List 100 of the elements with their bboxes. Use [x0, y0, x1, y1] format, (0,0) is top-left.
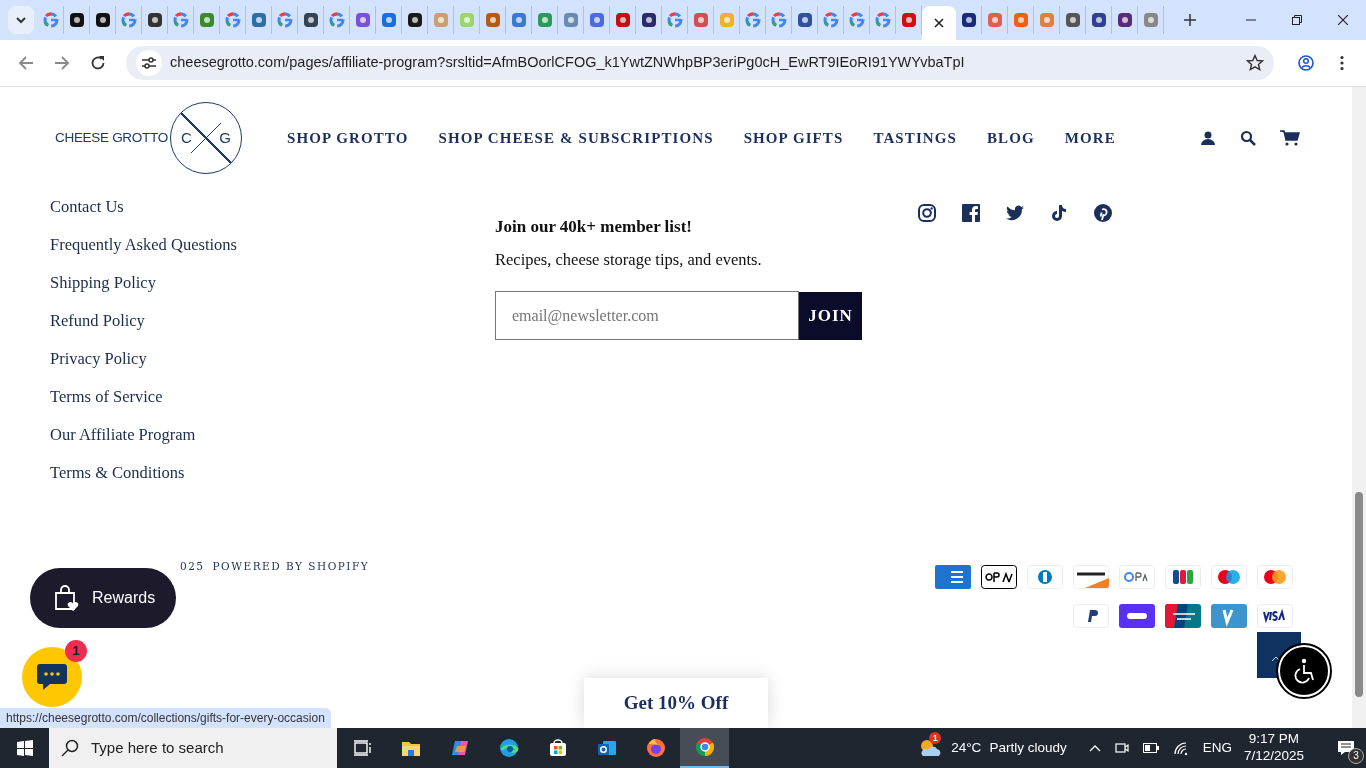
scrollbar-thumb[interactable] — [1355, 492, 1363, 697]
footer-link[interactable]: Terms & Conditions — [50, 461, 495, 499]
search-icon[interactable] — [1240, 130, 1256, 146]
site-favicon-icon — [146, 12, 163, 28]
status-url: https://cheesegrotto.com/collections/gifts-for-every-occasion — [0, 708, 331, 728]
footer-link[interactable]: Privacy Policy — [50, 347, 495, 385]
payment-method-icon — [1119, 565, 1155, 589]
clock-time[interactable]: 9:17 PM — [1248, 731, 1300, 748]
logo-letter: C — [180, 127, 192, 148]
tab-list-button[interactable] — [8, 6, 34, 34]
site-favicon-icon — [510, 12, 527, 28]
join-button[interactable]: JOIN — [799, 291, 862, 340]
footer-link[interactable]: Frequently Asked Questions — [50, 233, 495, 271]
email-field[interactable]: email@newsletter.com — [495, 291, 799, 341]
newsletter-heading: Join our 40k+ member list! — [495, 216, 693, 238]
google-favicon-icon — [848, 12, 865, 28]
camera-icon[interactable] — [1114, 740, 1129, 756]
footer-link[interactable]: Shipping Policy — [50, 271, 495, 309]
footer-link[interactable]: Our Affiliate Program — [50, 423, 495, 461]
url-text: cheesegrotto.com/pages/affiliate-program?srsltid=AfmBOorlCFOG_k1YwtZNWhpBP3eriPg0cH_EwRT9IEoRI91YWYvbaTpI — [170, 53, 966, 73]
notification-badge: 1 — [65, 640, 87, 662]
site-favicon-icon — [640, 12, 657, 28]
logo[interactable]: CHEESE GROTTO C G — [55, 102, 287, 174]
site-favicon-icon — [900, 12, 917, 28]
site-favicon-icon — [458, 12, 475, 28]
nav-link[interactable]: MORE — [1064, 126, 1116, 150]
site-favicon-icon — [198, 12, 215, 28]
google-favicon-icon — [172, 12, 189, 28]
chat-button[interactable] — [22, 647, 82, 707]
copyright-text: 025 — [180, 559, 205, 573]
music-note-icon[interactable] — [1049, 203, 1069, 223]
close-icon — [1338, 15, 1348, 25]
site-favicon-icon — [614, 12, 631, 28]
facebook-icon[interactable] — [961, 203, 981, 223]
site-favicon-icon — [562, 12, 579, 28]
address-bar[interactable]: cheesegrotto.com/pages/affiliate-program?srsltid=AfmBOorlCFOG_k1YwtZNWhpBP3eriPg0cH_EwRT9IEoRI91YWYvbaTpI — [126, 46, 1274, 80]
payment-method-icon — [1211, 604, 1247, 628]
payment-method-icon — [935, 565, 971, 589]
plus-icon — [1184, 14, 1196, 26]
accessibility-button[interactable] — [1278, 645, 1330, 697]
footer-link[interactable]: Contact Us — [50, 195, 495, 233]
battery-icon[interactable] — [1142, 743, 1159, 753]
instagram-icon[interactable] — [917, 203, 937, 223]
windows-logo-icon — [16, 740, 33, 756]
discount-tab[interactable]: Get 10% Off — [584, 678, 768, 728]
pin-icon[interactable] — [1093, 203, 1113, 223]
bird-icon[interactable] — [1005, 203, 1025, 223]
message-icon — [1337, 740, 1355, 756]
notification-center-button[interactable]: 3 — [1326, 728, 1366, 768]
nav-link[interactable]: SHOP GIFTS — [743, 126, 844, 150]
cart-icon[interactable] — [1280, 130, 1300, 146]
logo-letter: G — [219, 127, 231, 148]
notification-count: 3 — [1348, 748, 1364, 764]
site-favicon-icon — [1038, 12, 1055, 28]
payment-method-icon — [1027, 565, 1063, 589]
payment-method-icon — [981, 565, 1017, 589]
site-favicon-icon — [432, 12, 449, 28]
logo-text: CHEESE GROTTO — [55, 128, 168, 147]
site-favicon-icon — [1012, 12, 1029, 28]
store-bag-icon — [547, 738, 568, 758]
reload-icon — [90, 55, 106, 71]
site-favicon-icon — [1142, 12, 1159, 28]
site-favicon-icon — [1064, 12, 1081, 28]
site-favicon-icon — [1090, 12, 1107, 28]
site-favicon-icon — [692, 12, 709, 28]
rewards-button[interactable]: Rewards — [30, 568, 176, 628]
site-favicon-icon — [250, 12, 267, 28]
nav-link[interactable]: SHOP GROTTO — [287, 126, 409, 150]
payment-method-icon — [1211, 565, 1247, 589]
payment-method-icon — [1119, 604, 1155, 628]
footer-link[interactable]: Refund Policy — [50, 309, 495, 347]
google-favicon-icon — [666, 12, 683, 28]
star-icon[interactable] — [1246, 54, 1264, 72]
language-indicator[interactable]: ENG — [1202, 737, 1232, 759]
scrollbar[interactable] — [1352, 87, 1366, 728]
taskbar-search-field[interactable]: Type here to search — [49, 728, 337, 768]
site-favicon-icon — [796, 12, 813, 28]
nav-link[interactable]: SHOP CHEESE & SUBSCRIPTIONS — [438, 126, 714, 150]
powered-by-link[interactable]: POWERED BY SHOPIFY — [212, 559, 370, 573]
site-info-button[interactable] — [136, 50, 162, 76]
nav-link[interactable]: TASTINGS — [873, 126, 957, 150]
close-icon[interactable] — [934, 18, 944, 28]
site-favicon-icon — [380, 12, 397, 28]
accessibility-icon — [1292, 658, 1316, 684]
google-favicon-icon — [744, 12, 761, 28]
tune-icon — [142, 57, 156, 69]
clock-date[interactable]: 7/12/2025 — [1243, 748, 1304, 765]
shopping-bag-icon — [52, 584, 80, 612]
weather-temperature: 24°C — [951, 738, 982, 757]
nav-link[interactable]: BLOG — [986, 126, 1035, 150]
wifi-icon[interactable] — [1172, 741, 1189, 755]
footer-link[interactable]: Terms of Service — [50, 385, 495, 423]
payment-method-icon — [1165, 604, 1201, 628]
chevron-up-icon[interactable] — [1088, 744, 1101, 752]
search-placeholder: Type here to search — [91, 737, 224, 758]
task-view-icon — [351, 738, 372, 758]
arrow-right-icon — [54, 55, 70, 71]
newsletter-text: Recipes, cheese storage tips, and events. — [495, 248, 763, 271]
google-favicon-icon — [874, 12, 891, 28]
account-icon[interactable] — [1200, 130, 1216, 146]
